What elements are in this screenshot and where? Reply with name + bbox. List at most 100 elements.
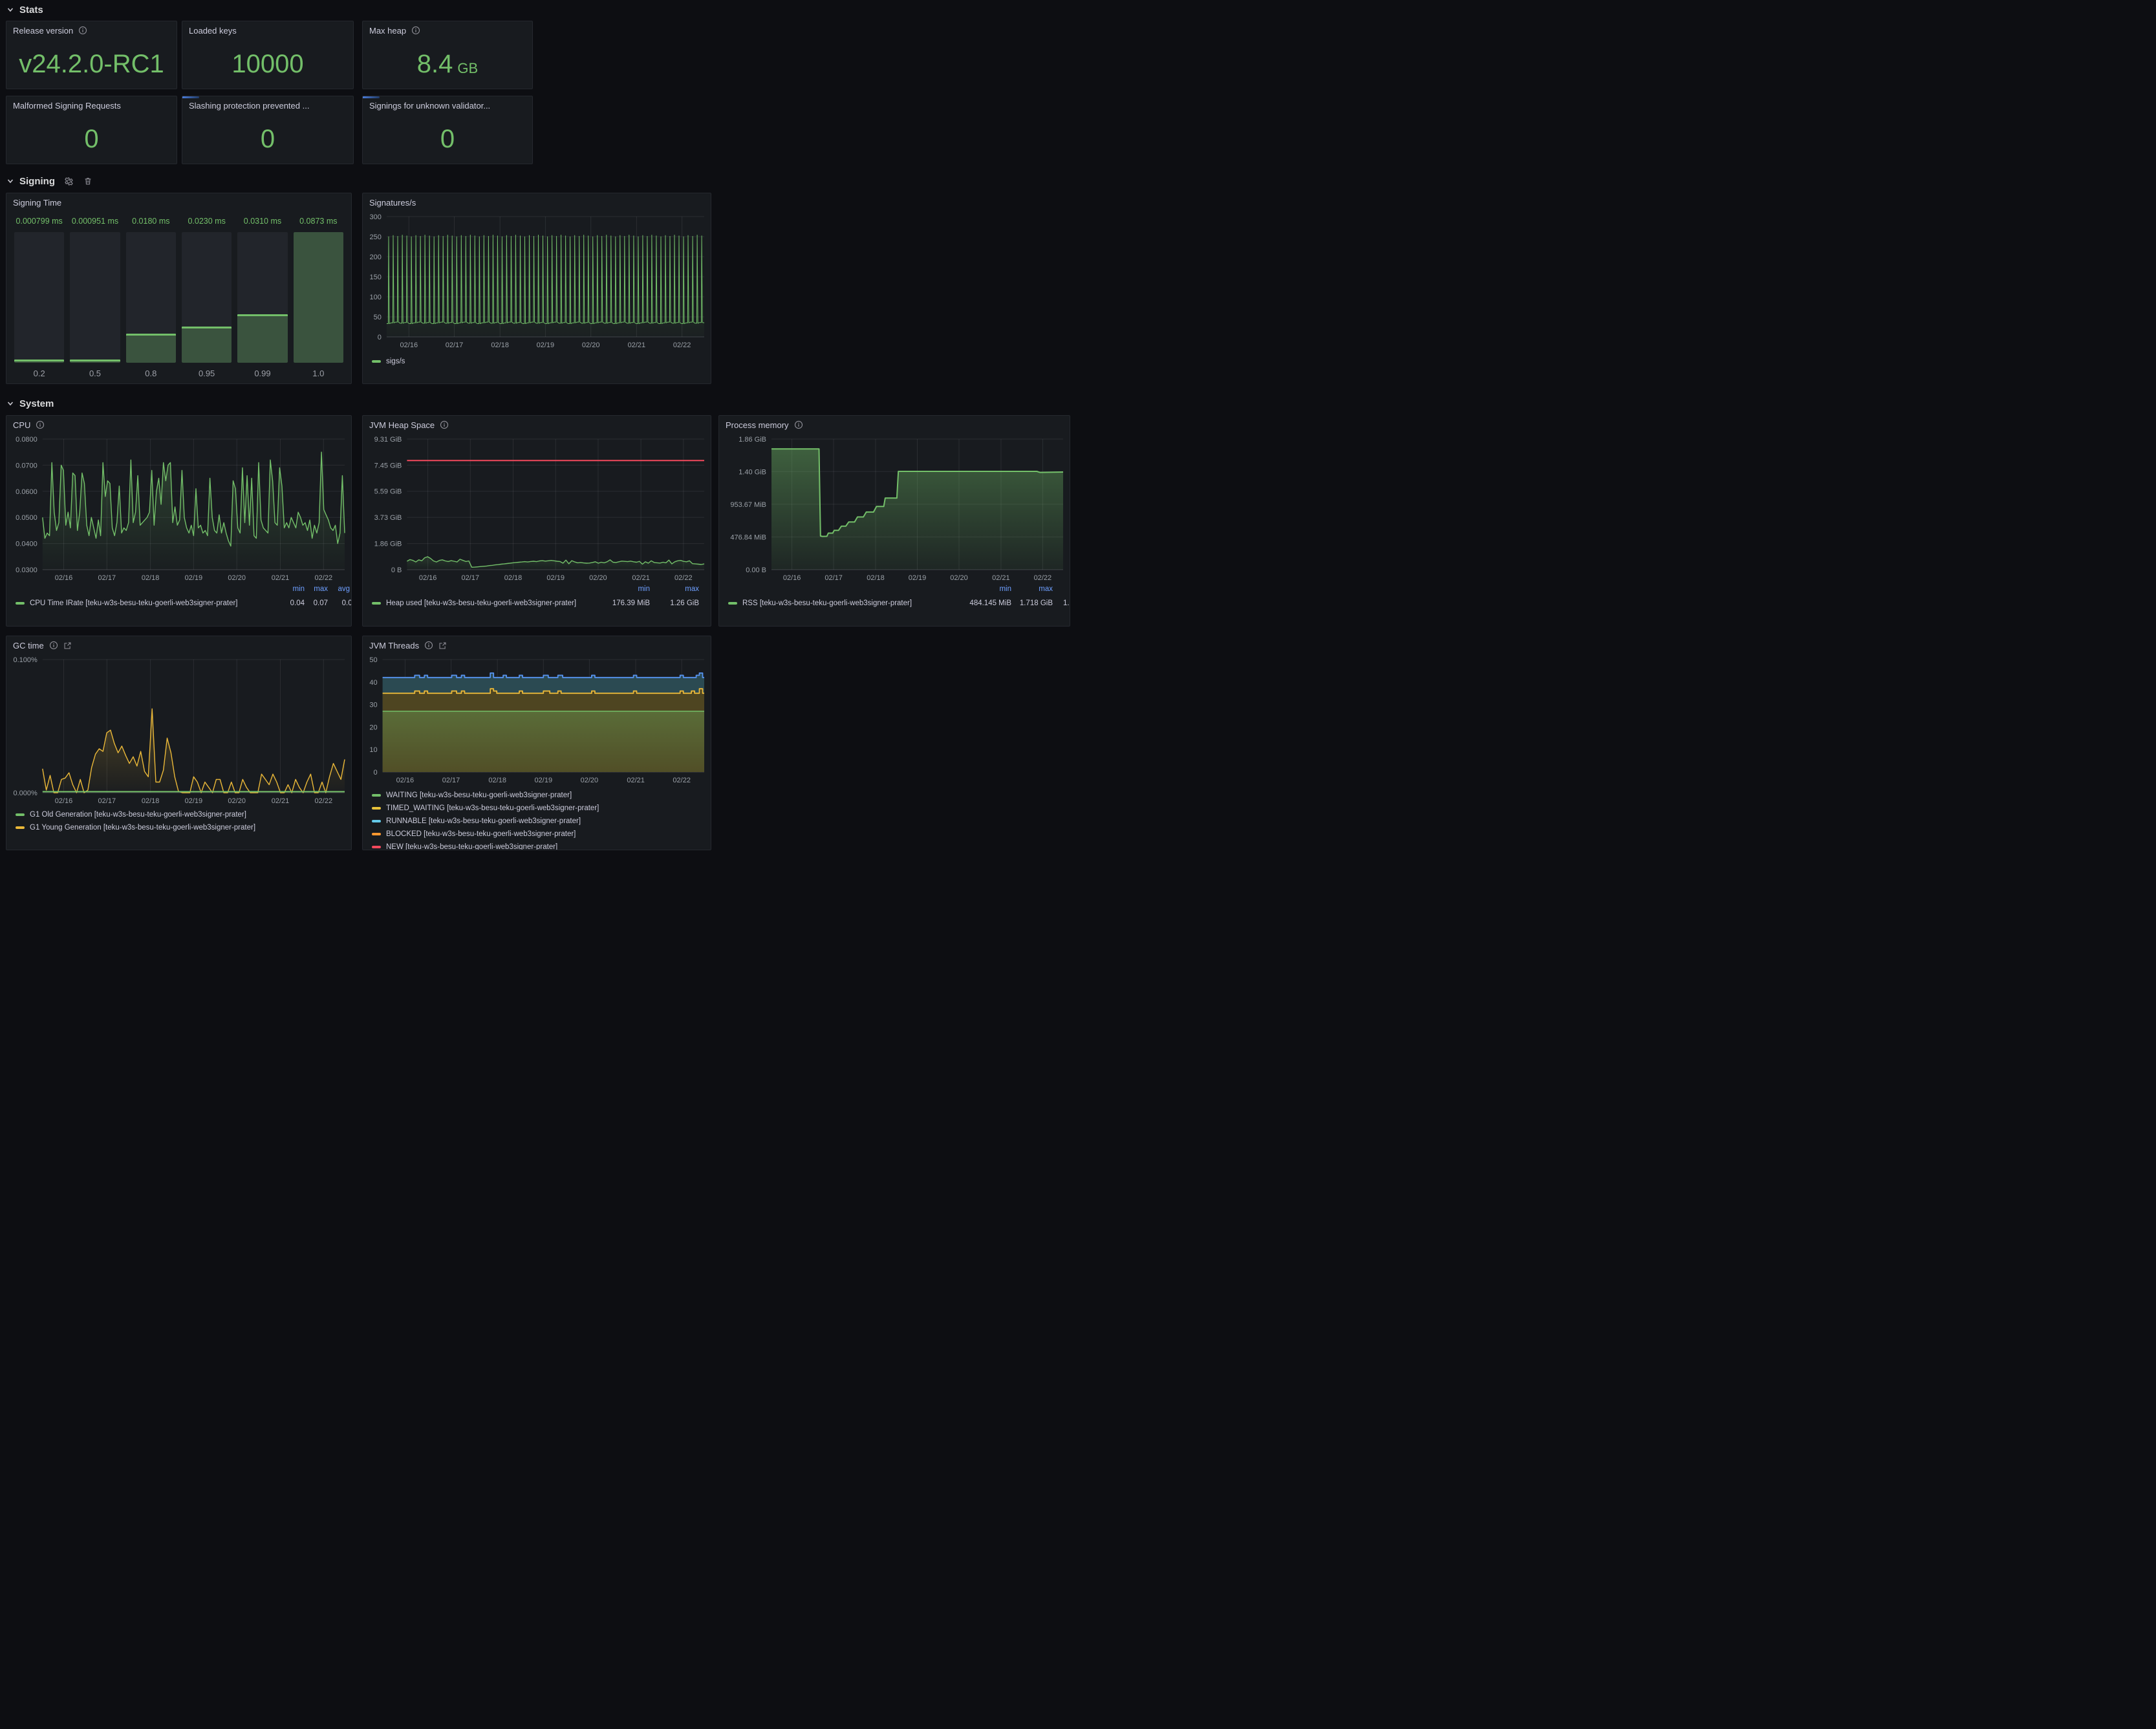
legend-label[interactable]: TIMED_WAITING [teku-w3s-besu-teku-goerli… [386,804,599,812]
bar-track [14,232,64,363]
info-icon[interactable] [49,641,58,650]
info-icon[interactable] [440,420,449,429]
svg-text:0.0800: 0.0800 [16,436,38,444]
info-icon[interactable] [411,26,420,35]
process-memory-chart[interactable]: 0.00 B476.84 MiB953.67 MiB1.40 GiB1.86 G… [722,435,1067,583]
bar-value: 0.0873 ms [299,217,337,232]
legend-label[interactable]: RUNNABLE [teku-w3s-besu-teku-goerli-web3… [386,817,581,825]
svg-text:02/19: 02/19 [909,574,927,582]
trash-icon[interactable] [83,177,92,186]
panel-title-text: JVM Heap Space [369,420,435,430]
process-memory-legend: min max RSS [teku-w3s-besu-teku-goerli-w… [728,585,1064,610]
svg-text:02/17: 02/17 [98,574,116,582]
jvm-heap-chart[interactable]: 0 B1.86 GiB3.73 GiB5.59 GiB7.45 GiB9.31 … [365,435,708,583]
jvm-threads-chart[interactable]: 0102030405002/1602/1702/1802/1902/2002/2… [365,656,708,785]
legend-label[interactable]: sigs/s [386,358,405,365]
panel-title[interactable]: Loaded keys [182,21,353,39]
gear-icon[interactable] [64,177,74,186]
panel-title-text: Signing Time [13,198,61,208]
section-header-stats[interactable]: Stats [6,2,43,17]
bar-fill [237,314,287,363]
section-header-signing[interactable]: Signing [6,173,92,189]
svg-text:02/21: 02/21 [632,574,650,582]
bar-label: 0.99 [254,363,270,378]
section-header-system[interactable]: System [6,396,54,411]
chevron-down-icon [6,6,14,14]
section-title: System [19,398,54,409]
svg-text:3.73 GiB: 3.73 GiB [374,514,402,522]
legend-label[interactable]: G1 Young Generation [teku-w3s-besu-teku-… [30,824,255,832]
legend-pill [16,826,25,829]
svg-text:02/20: 02/20 [589,574,607,582]
panel-title[interactable]: Signing Time [6,193,351,211]
panel-title[interactable]: Signings for unknown validator... [363,96,532,114]
panel-title[interactable]: Malformed Signing Requests [6,96,177,114]
panel-title[interactable]: Max heap [363,21,532,39]
bar-fill [294,232,343,363]
bar-track [237,232,287,363]
external-link-icon[interactable] [438,641,447,650]
signatures-chart[interactable]: 05010015020025030002/1602/1702/1802/1902… [365,213,708,350]
svg-text:02/22: 02/22 [1034,574,1052,582]
legend-pill [372,794,381,797]
stat-panel-slashing-prevented: Slashing protection prevented ... 0 [182,96,354,164]
svg-text:10: 10 [369,746,377,754]
section-title: Signing [19,176,55,187]
svg-text:02/18: 02/18 [142,797,160,805]
svg-text:30: 30 [369,702,377,709]
bar-fill [126,334,176,363]
panel-title[interactable]: JVM Threads [363,636,711,654]
svg-text:02/16: 02/16 [419,574,437,582]
svg-text:0 B: 0 B [391,566,402,574]
cpu-chart[interactable]: 0.03000.04000.05000.06000.07000.080002/1… [9,435,349,583]
panel-title[interactable]: Slashing protection prevented ... [182,96,353,114]
svg-text:02/18: 02/18 [867,574,885,582]
legend-header[interactable]: min max [728,585,1064,597]
stat-panel-unknown-validator: Signings for unknown validator... 0 [362,96,533,164]
chevron-down-icon [6,400,14,407]
legend-label[interactable]: Heap used [teku-w3s-besu-teku-goerli-web… [386,599,576,607]
panel-title[interactable]: JVM Heap Space [363,416,711,434]
legend-max: 1.718 GiB [1020,599,1053,607]
bar-track [294,232,343,363]
panel-title[interactable]: Signatures/s [363,193,711,211]
legend-label[interactable]: RSS [teku-w3s-besu-teku-goerli-web3signe… [742,599,912,607]
info-icon[interactable] [424,641,433,650]
panel-title[interactable]: Process memory [719,416,1070,434]
external-link-icon[interactable] [63,641,72,650]
svg-text:02/17: 02/17 [98,797,116,805]
svg-text:0.00 B: 0.00 B [746,566,766,574]
legend-header[interactable]: min max avg [16,585,346,597]
legend-label[interactable]: NEW [teku-w3s-besu-teku-goerli-web3signe… [386,843,557,850]
bargauge-column: 0.000799 ms0.2 [14,217,64,378]
bar-value: 0.0230 ms [188,217,225,232]
info-icon[interactable] [36,420,45,429]
svg-text:02/19: 02/19 [535,777,553,784]
panel-title-text: Signatures/s [369,198,416,208]
svg-text:50: 50 [369,656,377,664]
panel-title[interactable]: GC time [6,636,351,654]
legend-pill [728,602,737,605]
gc-time-chart[interactable]: 0.000%0.100%02/1602/1702/1802/1902/2002/… [9,656,349,806]
stat-panel-malformed-requests: Malformed Signing Requests 0 [6,96,177,164]
legend-label[interactable]: CPU Time IRate [teku-w3s-besu-teku-goerl… [30,599,237,607]
bar-value: 0.0310 ms [244,217,281,232]
svg-text:0.0700: 0.0700 [16,462,38,469]
bar-label: 1.0 [312,363,324,378]
legend-label[interactable]: BLOCKED [teku-w3s-besu-teku-goerli-web3s… [386,830,576,838]
panel-title[interactable]: CPU [6,416,351,434]
legend-min: 176.39 MiB [612,599,650,607]
legend-header[interactable]: min max [372,585,706,597]
legend-pill [372,360,381,363]
legend-label[interactable]: WAITING [teku-w3s-besu-teku-goerli-web3s… [386,791,572,799]
info-icon[interactable] [794,420,803,429]
svg-text:0.100%: 0.100% [13,656,38,664]
legend-pill [16,602,25,605]
info-icon[interactable] [78,26,87,35]
svg-text:150: 150 [370,274,382,281]
stat-value: 0 [6,118,177,160]
panel-title[interactable]: Release version [6,21,177,39]
signing-time-bargauge[interactable]: 0.000799 ms0.2 0.000951 ms0.5 0.0180 ms0… [14,217,343,378]
legend-label[interactable]: G1 Old Generation [teku-w3s-besu-teku-go… [30,811,246,819]
svg-text:02/21: 02/21 [628,341,646,349]
